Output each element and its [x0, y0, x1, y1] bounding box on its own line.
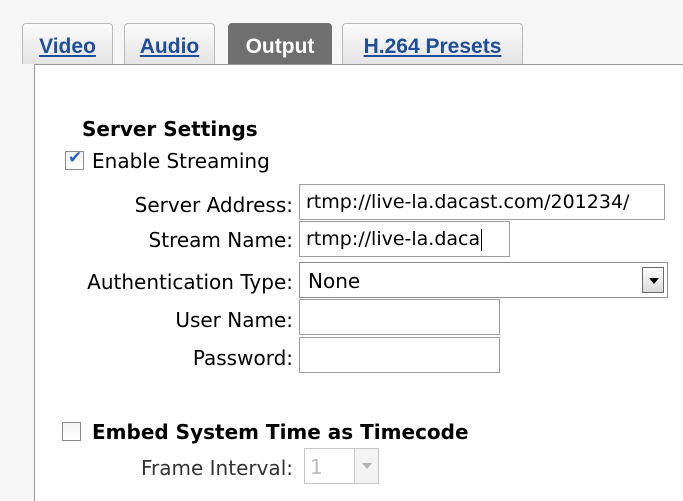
frame-interval-dropdown-button[interactable] [354, 449, 378, 483]
frame-interval-value: 1 [310, 455, 323, 479]
password-input[interactable] [299, 337, 500, 373]
stream-name-value: rtmp://live-la.daca [306, 228, 481, 250]
authentication-type-label: Authentication Type: [87, 270, 293, 294]
tab-audio[interactable]: Audio [124, 23, 215, 64]
text-caret [481, 228, 483, 251]
stream-name-input[interactable]: rtmp://live-la.daca [299, 221, 510, 257]
authentication-type-select[interactable]: None [299, 262, 668, 298]
chevron-down-icon [649, 278, 659, 284]
enable-streaming-label: Enable Streaming [92, 149, 270, 173]
dropdown-button[interactable] [642, 267, 664, 293]
frame-interval-label: Frame Interval: [140, 456, 293, 480]
frame-interval-select[interactable]: 1 [304, 448, 379, 484]
user-name-input[interactable] [299, 299, 500, 335]
authentication-type-value: None [308, 269, 361, 293]
tab-video[interactable]: Video [22, 23, 113, 64]
checkmark-icon: ✔ [68, 148, 83, 168]
server-address-input[interactable]: rtmp://live-la.dacast.com/201234/ [299, 184, 665, 220]
user-name-label: User Name: [175, 308, 293, 332]
server-settings-heading: Server Settings [82, 117, 258, 141]
server-address-label: Server Address: [134, 193, 293, 217]
stream-name-label: Stream Name: [148, 228, 293, 252]
tab-output[interactable]: Output [228, 23, 332, 65]
chevron-down-icon [362, 463, 372, 469]
embed-timecode-checkbox[interactable] [62, 422, 81, 441]
password-label: Password: [192, 346, 293, 370]
enable-streaming-checkbox[interactable]: ✔ [65, 148, 84, 170]
tab-h264-presets[interactable]: H.264 Presets [342, 23, 523, 64]
embed-timecode-label: Embed System Time as Timecode [92, 420, 469, 444]
